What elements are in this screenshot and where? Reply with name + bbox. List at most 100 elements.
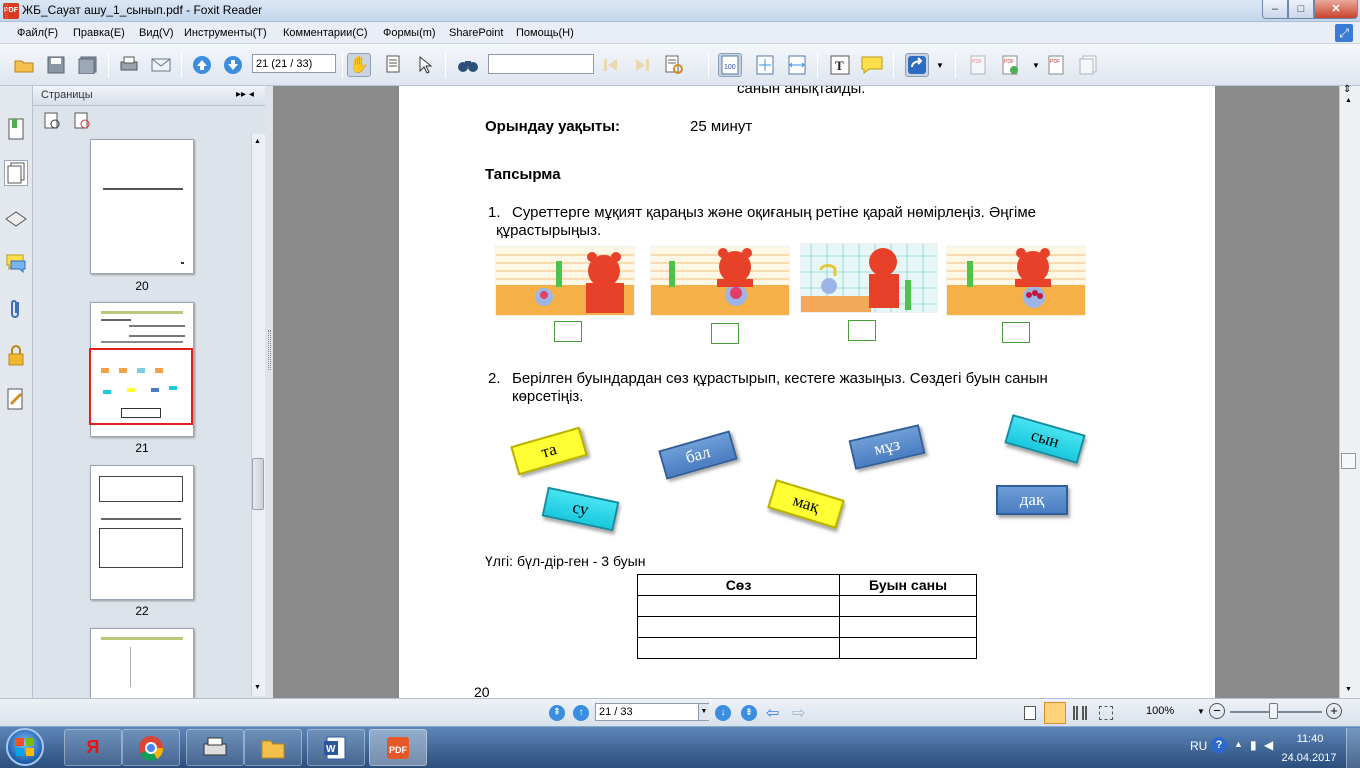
close-button[interactable]: ✕ [1314, 0, 1358, 19]
maximize-button[interactable]: □ [1288, 0, 1314, 19]
menu-file[interactable]: Файл(F) [17, 27, 58, 39]
yandex-browser-icon[interactable]: Я [64, 729, 122, 766]
next-page-status-icon[interactable]: ↓ [715, 705, 731, 721]
splitter-grip[interactable] [268, 330, 271, 370]
select-arrow-icon[interactable] [413, 53, 437, 77]
zoom-in-icon[interactable]: + [1326, 703, 1342, 719]
layers-icon[interactable] [4, 206, 28, 232]
document-scrollbar[interactable] [1339, 86, 1360, 698]
bookmarks-icon[interactable] [4, 116, 28, 142]
scroll-down-icon[interactable]: ▼ [1345, 686, 1352, 693]
last-page-icon[interactable]: ⇟ [741, 705, 757, 721]
facing-page-icon[interactable] [1073, 706, 1087, 720]
panel-splitter[interactable] [265, 86, 273, 698]
pdf-merge-icon[interactable] [1076, 53, 1100, 77]
table-cell[interactable] [839, 637, 977, 659]
start-button[interactable] [6, 728, 44, 766]
find-binoculars-icon[interactable] [456, 53, 480, 77]
next-page-icon[interactable] [221, 53, 245, 77]
zoom-slider-handle[interactable] [1269, 703, 1278, 719]
reduce-thumbnails-icon[interactable] [73, 112, 91, 133]
page-thumbnail-22[interactable] [90, 465, 194, 600]
answer-box-1[interactable] [554, 321, 582, 342]
clock-date[interactable]: 24.04.2017 [1278, 752, 1340, 764]
volume-icon[interactable]: ◀ [1264, 738, 1273, 752]
chevron-down-icon[interactable]: ▼ [1032, 61, 1040, 70]
status-page-input[interactable] [595, 703, 709, 721]
security-lock-icon[interactable] [4, 342, 28, 368]
zoom-level[interactable]: 100% [1146, 705, 1174, 717]
hand-tool-icon[interactable]: ✋ [347, 53, 371, 77]
find-previous-icon[interactable] [599, 53, 623, 77]
panel-options-icon[interactable]: ▸▸ ◂ [236, 89, 254, 100]
help-icon[interactable]: ? [1211, 737, 1227, 753]
menu-forms[interactable]: Формы(m) [383, 27, 436, 39]
word-icon[interactable]: W [307, 729, 365, 766]
answer-box-4[interactable] [1002, 322, 1030, 343]
open-folder-icon[interactable] [12, 53, 36, 77]
continuous-facing-icon[interactable] [1099, 706, 1113, 720]
single-page-icon[interactable] [1024, 706, 1036, 720]
page-number-input[interactable] [252, 54, 336, 73]
menu-view[interactable]: Вид(V) [139, 27, 174, 39]
fit-width-icon[interactable] [785, 53, 809, 77]
current-view-highlight[interactable] [89, 348, 193, 425]
language-indicator[interactable]: RU [1190, 739, 1207, 753]
email-icon[interactable] [149, 53, 173, 77]
scroll-up-icon[interactable]: ▲ [1345, 97, 1352, 104]
clock-time[interactable]: 11:40 [1282, 733, 1338, 745]
thumbnails-scroll-thumb[interactable] [252, 458, 264, 510]
fit-page-icon[interactable] [753, 53, 777, 77]
pdf-create-icon[interactable]: PDF [966, 53, 990, 77]
pdf-convert-icon[interactable]: PDF [998, 53, 1022, 77]
signature-icon[interactable] [4, 386, 28, 412]
chevron-down-icon[interactable]: ▼ [936, 61, 944, 70]
zoom-out-icon[interactable]: − [1209, 703, 1225, 719]
typewriter-icon[interactable]: T [828, 53, 852, 77]
minimize-button[interactable]: – [1262, 0, 1288, 19]
previous-page-icon[interactable] [190, 53, 214, 77]
first-page-icon[interactable]: ⇞ [549, 705, 565, 721]
go-forward-arrow-icon[interactable]: ⇨ [792, 703, 805, 723]
actual-size-icon[interactable]: 100 [718, 53, 742, 77]
note-comment-icon[interactable] [860, 53, 884, 77]
chrome-icon[interactable] [122, 729, 180, 766]
menu-sharepoint[interactable]: SharePoint [449, 27, 503, 39]
prev-page-status-icon[interactable]: ↑ [573, 705, 589, 721]
answer-box-3[interactable] [848, 320, 876, 341]
thumbnails-scrollbar[interactable] [251, 134, 265, 696]
menu-grip-handle[interactable] [5, 4, 8, 18]
find-input[interactable] [488, 54, 594, 74]
select-text-icon[interactable] [381, 53, 405, 77]
attachment-paperclip-icon[interactable] [4, 296, 28, 322]
foxit-reader-icon[interactable]: PDF [369, 729, 427, 766]
scroll-up-icon[interactable]: ▲ [254, 138, 261, 145]
file-explorer-icon[interactable] [244, 729, 302, 766]
printer-icon[interactable] [186, 729, 244, 766]
share-dropdown-icon[interactable] [905, 53, 929, 77]
split-view-icon[interactable]: ⇕ [1343, 84, 1351, 95]
table-cell[interactable] [637, 637, 840, 659]
save-icon[interactable] [44, 53, 68, 77]
pdf-page-icon[interactable]: PDF [1044, 53, 1068, 77]
comments-icon[interactable] [4, 250, 28, 276]
page-thumbnail-20[interactable] [90, 139, 194, 274]
table-cell[interactable] [839, 616, 977, 638]
menu-comments[interactable]: Комментарии(C) [283, 27, 368, 39]
network-icon[interactable]: ▮ [1250, 738, 1257, 752]
table-cell[interactable] [637, 595, 840, 617]
page-select-arrow-icon[interactable]: ▼ [698, 704, 709, 720]
zoom-dropdown-icon[interactable]: ▼ [1197, 707, 1205, 716]
page-thumbnail-23[interactable] [90, 628, 194, 698]
find-next-icon[interactable] [630, 53, 654, 77]
go-back-arrow-icon[interactable]: ⇦ [766, 703, 779, 723]
table-cell[interactable] [637, 616, 840, 638]
menu-edit[interactable]: Правка(E) [73, 27, 125, 39]
answer-box-2[interactable] [711, 323, 739, 344]
print-icon[interactable] [117, 53, 141, 77]
tray-expand-icon[interactable]: ▲ [1234, 739, 1243, 749]
scroll-down-icon[interactable]: ▼ [254, 684, 261, 691]
menu-help[interactable]: Помощь(H) [516, 27, 574, 39]
table-cell[interactable] [839, 595, 977, 617]
search-options-icon[interactable] [663, 53, 687, 77]
